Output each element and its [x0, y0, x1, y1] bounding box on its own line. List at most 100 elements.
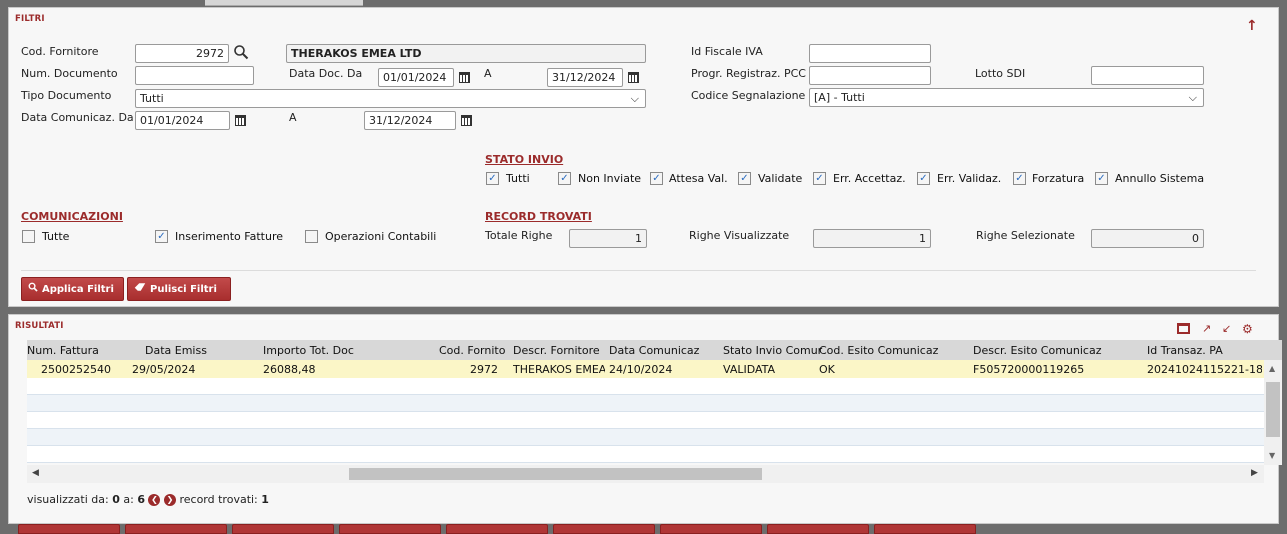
chevron-down-icon: ⌵: [630, 92, 639, 105]
stato-annullo-sistema-checkbox[interactable]: ✓: [1095, 172, 1108, 185]
action-button[interactable]: [553, 524, 655, 534]
applica-filtri-button[interactable]: Applica Filtri: [21, 277, 124, 301]
horizontal-scrollbar[interactable]: ◀ ▶: [27, 465, 1264, 483]
cell-importo: 26088,48: [263, 363, 316, 376]
column-header[interactable]: Cod. Fornito: [439, 344, 505, 357]
table-row[interactable]: [27, 378, 1264, 395]
table-row[interactable]: [27, 395, 1264, 412]
lotto-sdi-label: Lotto SDI: [975, 67, 1026, 80]
column-header[interactable]: Data Comunicaz: [609, 344, 699, 357]
results-panel-title: Risultati: [15, 321, 64, 331]
inserimento-fatture-checkbox[interactable]: ✓: [155, 230, 168, 243]
id-fiscale-label: Id Fiscale IVA: [691, 45, 763, 58]
action-button[interactable]: [874, 524, 976, 534]
lotto-sdi-input[interactable]: [1091, 66, 1204, 85]
action-button[interactable]: [125, 524, 227, 534]
action-button[interactable]: [339, 524, 441, 534]
column-header[interactable]: Descr. Esito Comunicaz: [973, 344, 1102, 357]
tipo-documento-select[interactable]: Tutti ⌵: [135, 89, 646, 108]
table-row[interactable]: [27, 412, 1264, 429]
data-comunicaz-to-input[interactable]: 31/12/2024: [364, 111, 456, 130]
column-header[interactable]: Stato Invio Comur: [723, 344, 822, 357]
scroll-down-icon[interactable]: ▼: [1269, 451, 1275, 460]
stato-err-validaz-checkbox[interactable]: ✓: [917, 172, 930, 185]
tipo-documento-label: Tipo Documento: [21, 89, 112, 102]
vertical-scrollbar[interactable]: ▲ ▼: [1264, 360, 1282, 465]
applica-filtri-label: Applica Filtri: [42, 284, 114, 295]
stato-tutti-label: Tutti: [506, 172, 530, 185]
fornitore-descr-field: THERAKOS EMEA LTD: [286, 44, 646, 63]
action-button[interactable]: [767, 524, 869, 534]
table-row[interactable]: [27, 429, 1264, 446]
search-icon[interactable]: [233, 44, 249, 60]
top-tab[interactable]: [205, 0, 363, 6]
collapse-arrow-icon[interactable]: ↑: [1246, 18, 1258, 34]
prev-page-icon[interactable]: ❮: [148, 494, 161, 506]
record-trovati-title: RECORD TROVATI: [485, 210, 592, 223]
window-icon[interactable]: [1177, 323, 1190, 334]
cell-num-fattura: 2500252540: [41, 363, 111, 376]
data-comunicaz-to-label: A: [289, 111, 297, 124]
calendar-icon[interactable]: [461, 115, 472, 126]
column-header[interactable]: Num. Fattura: [27, 344, 99, 357]
totale-righe-field: 1: [569, 229, 647, 248]
id-fiscale-input[interactable]: [809, 44, 931, 63]
operazioni-contabili-checkbox[interactable]: [305, 230, 318, 243]
action-button[interactable]: [660, 524, 762, 534]
action-button[interactable]: [446, 524, 548, 534]
stato-attesa-val-checkbox[interactable]: ✓: [650, 172, 663, 185]
action-button[interactable]: [232, 524, 334, 534]
codice-segnalazione-select[interactable]: [A] - Tutti ⌵: [809, 88, 1204, 107]
stato-non-inviate-checkbox[interactable]: ✓: [558, 172, 571, 185]
cell-id-transaz: 20241024115221-181-: [1147, 363, 1262, 376]
column-header[interactable]: Cod. Esito Comunicaz: [819, 344, 938, 357]
stato-validate-label: Validate: [758, 172, 803, 185]
data-doc-from-input[interactable]: 01/01/2024: [378, 68, 454, 87]
scroll-left-icon[interactable]: ◀: [32, 468, 39, 478]
collapse-icon[interactable]: ↙: [1222, 322, 1231, 335]
num-documento-input[interactable]: [135, 66, 254, 85]
comunicazioni-title: COMUNICAZIONI: [21, 210, 123, 223]
progr-registraz-label: Progr. Registraz. PCC: [691, 67, 806, 80]
table-row[interactable]: [27, 446, 1264, 463]
scroll-up-icon[interactable]: ▲: [1269, 364, 1275, 373]
stato-validate-checkbox[interactable]: ✓: [738, 172, 751, 185]
pager-a-label: a:: [123, 493, 134, 506]
pager-found-label: record trovati:: [179, 493, 258, 506]
stato-forzatura-checkbox[interactable]: ✓: [1013, 172, 1026, 185]
calendar-icon[interactable]: [235, 115, 246, 126]
expand-icon[interactable]: ↗: [1202, 322, 1211, 335]
stato-tutti-checkbox[interactable]: ✓: [486, 172, 499, 185]
settings-icon[interactable]: ⚙: [1242, 322, 1253, 336]
stato-err-accettaz-checkbox[interactable]: ✓: [813, 172, 826, 185]
column-header[interactable]: Importo Tot. Doc: [263, 344, 354, 357]
progr-registraz-input[interactable]: [809, 66, 931, 85]
data-comunicaz-from-input[interactable]: 01/01/2024: [135, 111, 230, 130]
cod-fornitore-input[interactable]: 2972: [135, 44, 229, 63]
search-icon: [28, 282, 38, 297]
calendar-icon[interactable]: [628, 72, 639, 83]
data-doc-to-input[interactable]: 31/12/2024: [547, 68, 623, 87]
vertical-scroll-thumb[interactable]: [1266, 382, 1280, 437]
codice-segnalazione-value: [A] - Tutti: [814, 91, 865, 104]
calendar-icon[interactable]: [459, 72, 470, 83]
comunicazioni-tutte-checkbox[interactable]: [22, 230, 35, 243]
column-header[interactable]: Id Transaz. PA: [1147, 344, 1223, 357]
scroll-right-icon[interactable]: ▶: [1251, 468, 1258, 478]
righe-selezionate-label: Righe Selezionate: [976, 229, 1075, 242]
data-doc-label: Data Doc. Da: [289, 67, 363, 80]
stato-err-accettaz-label: Err. Accettaz.: [833, 172, 906, 185]
stato-invio-title: STATO INVIO: [485, 153, 564, 166]
horizontal-scroll-thumb[interactable]: [349, 468, 762, 480]
stato-forzatura-label: Forzatura: [1032, 172, 1085, 185]
cod-fornitore-label: Cod. Fornitore: [21, 45, 99, 58]
cell-stato-invio: VALIDATA: [723, 363, 776, 376]
action-button[interactable]: [18, 524, 120, 534]
num-documento-label: Num. Documento: [21, 67, 118, 80]
pulisci-filtri-button[interactable]: Pulisci Filtri: [127, 277, 231, 301]
next-page-icon[interactable]: ❯: [163, 494, 176, 506]
table-row[interactable]: 2500252540 29/05/2024 26088,48 2972 THER…: [27, 360, 1264, 378]
column-header[interactable]: Data Emiss: [145, 344, 207, 357]
column-header[interactable]: Descr. Fornitore: [513, 344, 600, 357]
pager-found: 1: [261, 493, 269, 506]
